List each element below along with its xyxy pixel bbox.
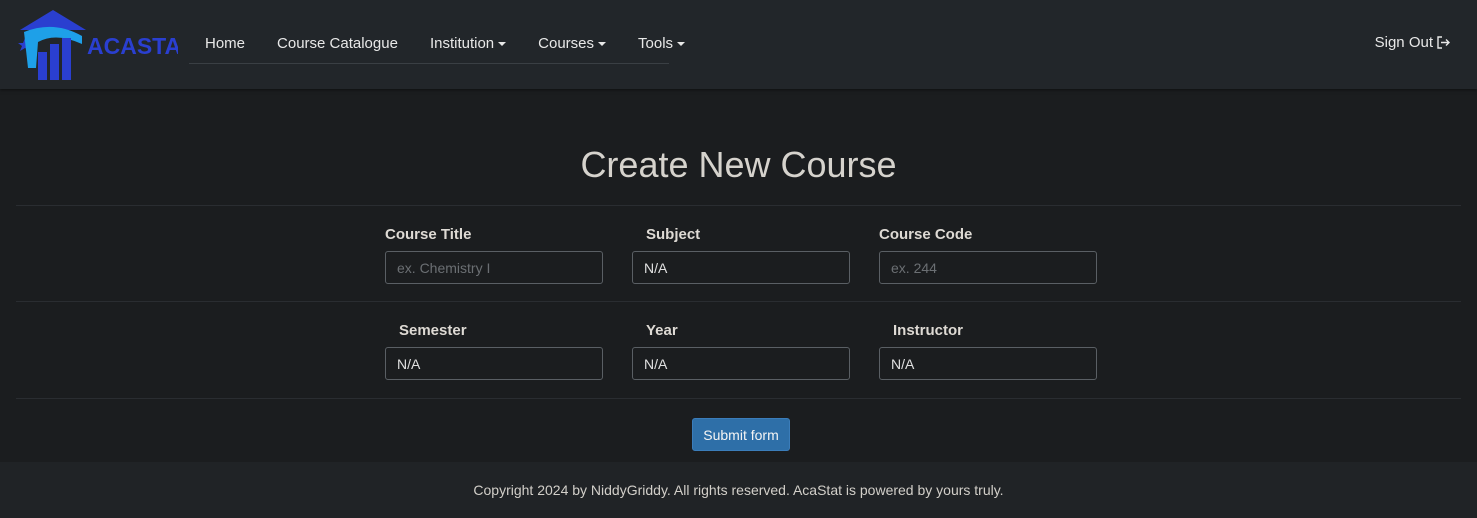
footer: Copyright 2024 by NiddyGriddy. All right… (0, 462, 1477, 518)
subject-label: Subject (646, 226, 701, 243)
year-field: Year (632, 322, 850, 380)
caret-down-icon (498, 42, 507, 46)
nav-courses-label: Courses (538, 35, 595, 52)
sign-out-label: Sign Out (1374, 34, 1433, 51)
divider (16, 398, 1461, 399)
instructor-field: Instructor (879, 322, 1097, 380)
acastat-logo[interactable]: ACASTAT (16, 8, 193, 82)
sign-out-icon (1437, 36, 1450, 49)
subject-field: Subject (632, 226, 850, 284)
sign-out-link[interactable]: Sign Out (1375, 34, 1451, 51)
course-title-label: Course Title (385, 226, 472, 243)
semester-field: Semester (385, 322, 603, 380)
semester-input[interactable] (385, 347, 603, 380)
course-code-field: Course Code (879, 226, 1097, 284)
page-title: Create New Course (580, 144, 897, 185)
brand-name: ACASTAT (87, 33, 178, 59)
instructor-input[interactable] (879, 347, 1097, 380)
nav-tools-dropdown[interactable]: Tools (622, 35, 701, 52)
submit-form-button[interactable]: Submit form (692, 418, 790, 451)
nav-course-catalogue[interactable]: Course Catalogue (261, 35, 414, 52)
subject-input[interactable] (632, 251, 850, 284)
nav-home-label: Home (205, 35, 246, 52)
nav-course-catalogue-label: Course Catalogue (277, 35, 398, 52)
nav-institution-label: Institution (429, 35, 495, 52)
footer-copyright: Copyright 2024 by NiddyGriddy. All right… (473, 482, 1004, 498)
semester-label: Semester (399, 322, 467, 339)
year-input[interactable] (632, 347, 850, 380)
course-title-input[interactable] (385, 251, 603, 284)
year-label: Year (646, 322, 678, 339)
course-code-label: Course Code (879, 226, 973, 243)
nav-institution-dropdown[interactable]: Institution (414, 35, 522, 52)
course-code-input[interactable] (879, 251, 1097, 284)
divider (16, 205, 1461, 206)
navbar: ACASTAT Home Course Catalogue Institutio… (0, 0, 1477, 89)
divider (16, 301, 1461, 302)
nav-home[interactable]: Home (189, 35, 261, 52)
main-nav: Home Course Catalogue Institution Course… (189, 24, 686, 64)
nav-tools-label: Tools (638, 35, 674, 52)
caret-down-icon (598, 42, 607, 46)
instructor-label: Instructor (893, 322, 964, 339)
course-title-field: Course Title (385, 226, 603, 284)
caret-down-icon (677, 42, 686, 46)
nav-courses-dropdown[interactable]: Courses (522, 35, 622, 52)
